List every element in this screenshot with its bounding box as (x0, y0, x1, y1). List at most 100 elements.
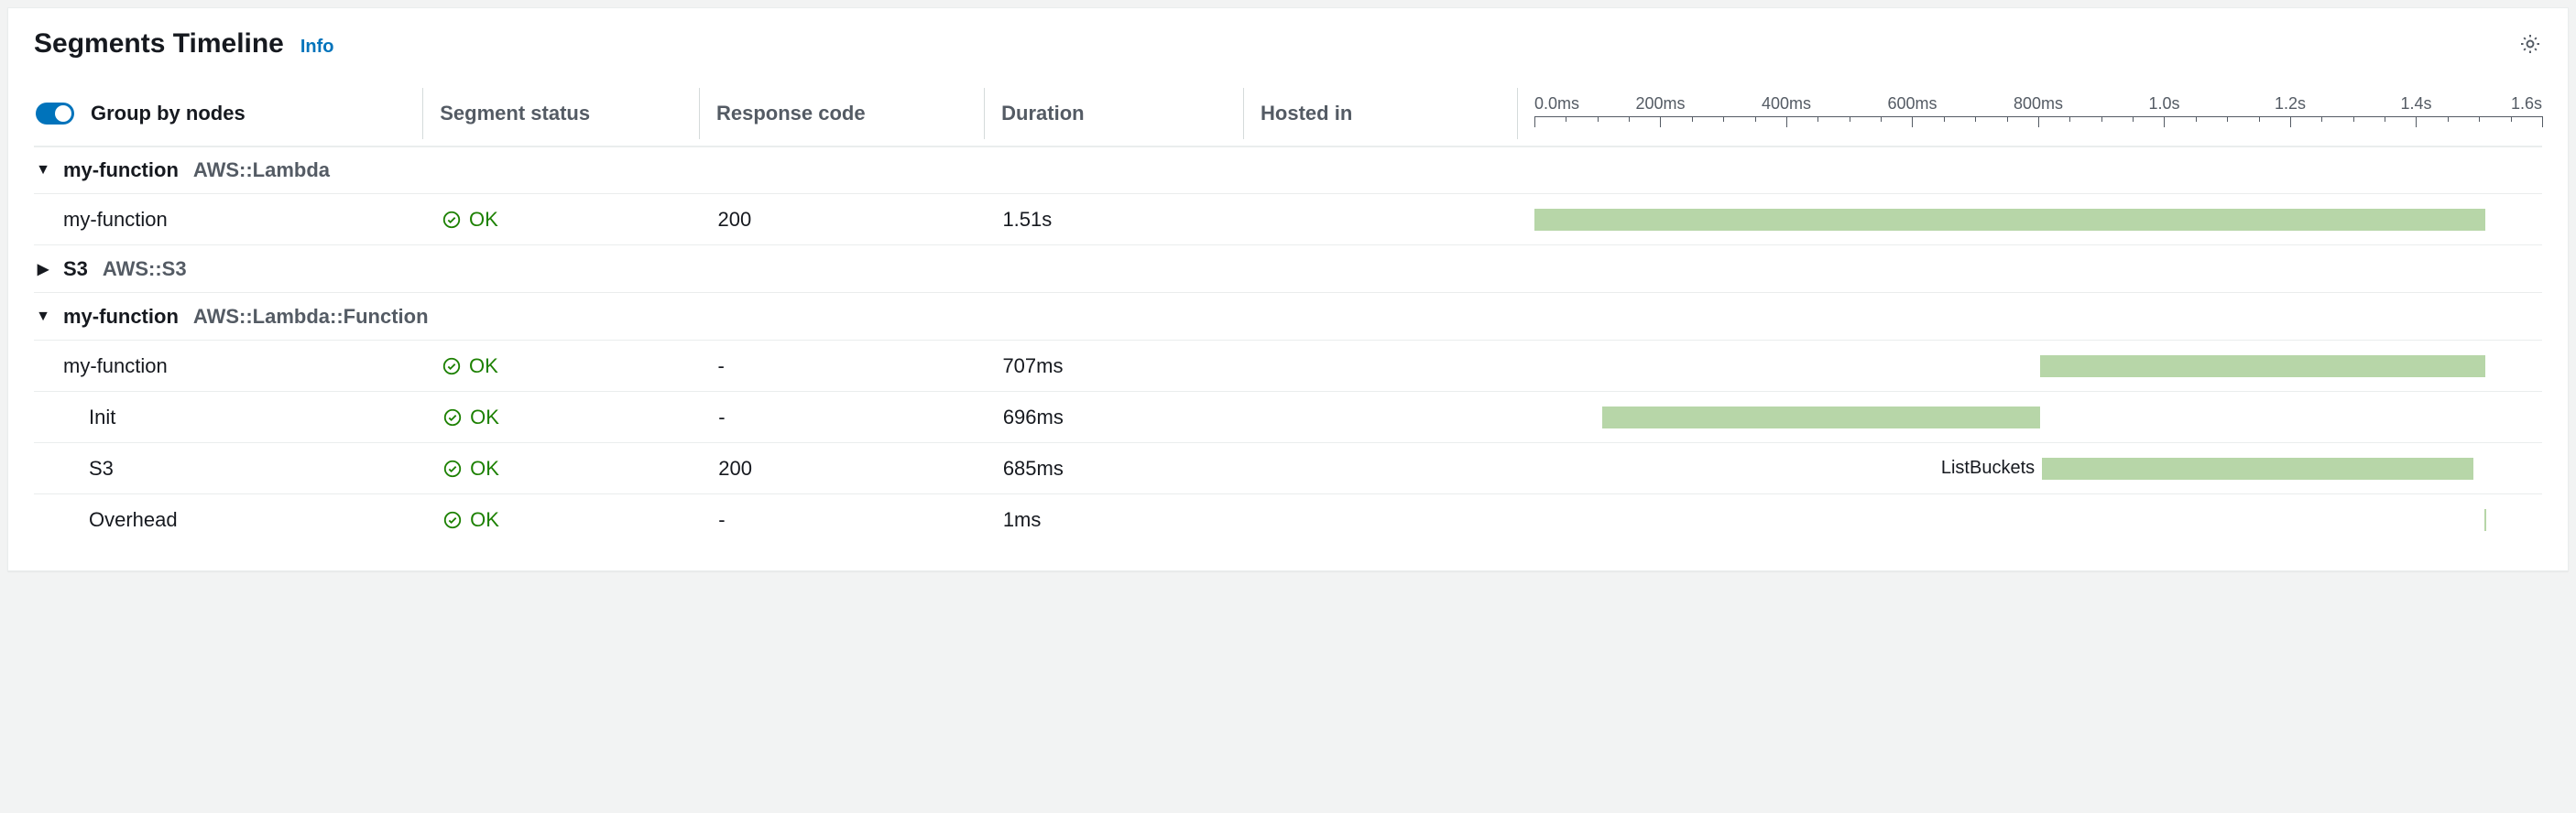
gantt-bar (2484, 509, 2486, 531)
chevron-right-icon: ▶ (34, 260, 52, 278)
ruler-tick-label: 1.6s (2511, 94, 2542, 114)
segment-duration: 1ms (1003, 508, 1245, 532)
segment-row[interactable]: Overhead OK-1ms (34, 493, 2542, 545)
settings-button[interactable] (2518, 32, 2542, 56)
segment-status: OK (442, 354, 702, 378)
group-header-row[interactable]: ▶ S3 AWS::S3 (34, 244, 2542, 292)
group-name: my-function (63, 158, 179, 182)
segment-duration: 707ms (1002, 354, 1245, 378)
ruler-minor-tick (2321, 116, 2322, 122)
segment-name: Overhead (34, 508, 426, 532)
segments-timeline-panel: Segments Timeline Info Group by nodes Se… (7, 7, 2569, 571)
ruler-tick-label: 0.0ms (1534, 94, 1579, 114)
column-header-hosted-in: Hosted in (1261, 102, 1517, 125)
ruler-minor-tick (2448, 116, 2449, 122)
status-ok-icon (442, 210, 462, 230)
segment-row[interactable]: S3 OK 200 685ms ListBuckets (34, 442, 2542, 493)
gantt-bar (1602, 406, 2041, 428)
group-name: my-function (63, 305, 179, 329)
ruler-minor-tick (2133, 116, 2134, 122)
ruler-minor-tick (1944, 116, 1945, 122)
ruler-minor-tick (2007, 116, 2008, 122)
ruler-major-tick (1912, 116, 1913, 127)
ruler-minor-tick (1975, 116, 1976, 122)
ruler-minor-tick (2069, 116, 2070, 122)
segment-response-code: - (718, 406, 987, 429)
segment-duration: 685ms (1003, 457, 1245, 481)
column-header-response-code: Response code (716, 102, 984, 125)
gantt-band (1534, 355, 2542, 377)
segment-row[interactable]: my-function OK 200 1.51s (34, 193, 2542, 244)
segment-response-code: 200 (718, 457, 987, 481)
segment-name: Init (34, 406, 426, 429)
segment-row[interactable]: Init OK-696ms (34, 391, 2542, 442)
group-name: S3 (63, 257, 88, 281)
column-header-duration: Duration (1001, 102, 1243, 125)
status-ok-icon (442, 356, 462, 376)
column-headers-row: Group by nodes Segment status Response c… (34, 81, 2542, 146)
segment-response-code: - (718, 508, 987, 532)
segment-response-code: 200 (718, 208, 987, 232)
ruler-minor-tick (1598, 116, 1599, 122)
divider (699, 88, 700, 139)
gantt-bar (2040, 355, 2485, 377)
gear-icon (2518, 32, 2542, 56)
ruler-minor-tick (1881, 116, 1882, 122)
divider (984, 88, 985, 139)
segment-name: my-function (34, 208, 425, 232)
ruler-minor-tick (2227, 116, 2228, 122)
segment-status: OK (442, 406, 702, 429)
gantt-bar (2042, 458, 2473, 480)
segment-status: OK (442, 208, 702, 232)
ruler-major-tick (2164, 116, 2165, 127)
ruler-minor-tick (2196, 116, 2197, 122)
status-ok-icon (442, 407, 463, 428)
ruler-major-tick (2542, 116, 2543, 127)
group-header-row[interactable]: ▼my-functionAWS::Lambda::Function (34, 292, 2542, 340)
group-type: AWS::Lambda::Function (193, 305, 429, 329)
ruler-minor-tick (1629, 116, 1630, 122)
ruler-minor-tick (2353, 116, 2354, 122)
time-ruler: 0.0ms200ms400ms600ms800ms1.0s1.2s1.4s1.6… (1534, 94, 2542, 127)
divider (422, 88, 423, 139)
status-ok-icon (442, 459, 463, 479)
timeline-body: ▼my-functionAWS::Lambdamy-functionOK2001… (34, 146, 2542, 545)
divider (1517, 88, 1518, 139)
ruler-minor-tick (1817, 116, 1818, 122)
panel-header: Segments Timeline Info (34, 28, 2542, 60)
ruler-tick-label: 200ms (1635, 94, 1685, 114)
ruler-minor-tick (1723, 116, 1724, 122)
column-header-status: Segment status (440, 102, 699, 125)
group-header-row[interactable]: ▼ my-function AWS::Lambda (34, 146, 2542, 193)
group-by-nodes-toggle[interactable] (36, 103, 74, 125)
ruler-major-tick (2416, 116, 2417, 127)
ruler-major-tick (1660, 116, 1661, 127)
ruler-minor-tick (1692, 116, 1693, 122)
segment-status: OK (442, 508, 702, 532)
segment-name: my-function (34, 354, 425, 378)
group-type: AWS::Lambda (193, 158, 330, 182)
gantt-bar (1534, 209, 2485, 231)
group-by-nodes-label: Group by nodes (91, 102, 246, 125)
ruler-tick-label: 1.0s (2148, 94, 2179, 114)
gantt-band (1534, 406, 2542, 428)
group-type: AWS::S3 (103, 257, 187, 281)
ruler-tick-label: 400ms (1762, 94, 1811, 114)
ruler-tick-label: 600ms (1887, 94, 1937, 114)
ruler-minor-tick (1755, 116, 1756, 122)
segment-duration: 696ms (1003, 406, 1245, 429)
ruler-minor-tick (2259, 116, 2260, 122)
segment-row[interactable]: my-function OK-707ms (34, 340, 2542, 391)
segment-name: S3 (34, 457, 426, 481)
segment-duration: 1.51s (1002, 208, 1245, 232)
ruler-tick-label: 800ms (2014, 94, 2063, 114)
ruler-minor-tick (2511, 116, 2512, 122)
info-link[interactable]: Info (300, 37, 334, 58)
toggle-knob (55, 105, 71, 122)
segment-response-code: - (718, 354, 987, 378)
gantt-band: ListBuckets (1534, 458, 2542, 480)
chevron-down-icon: ▼ (34, 162, 52, 179)
ruler-major-tick (1534, 116, 1535, 127)
segment-status: OK (442, 457, 702, 481)
panel-title: Segments Timeline (34, 28, 284, 60)
